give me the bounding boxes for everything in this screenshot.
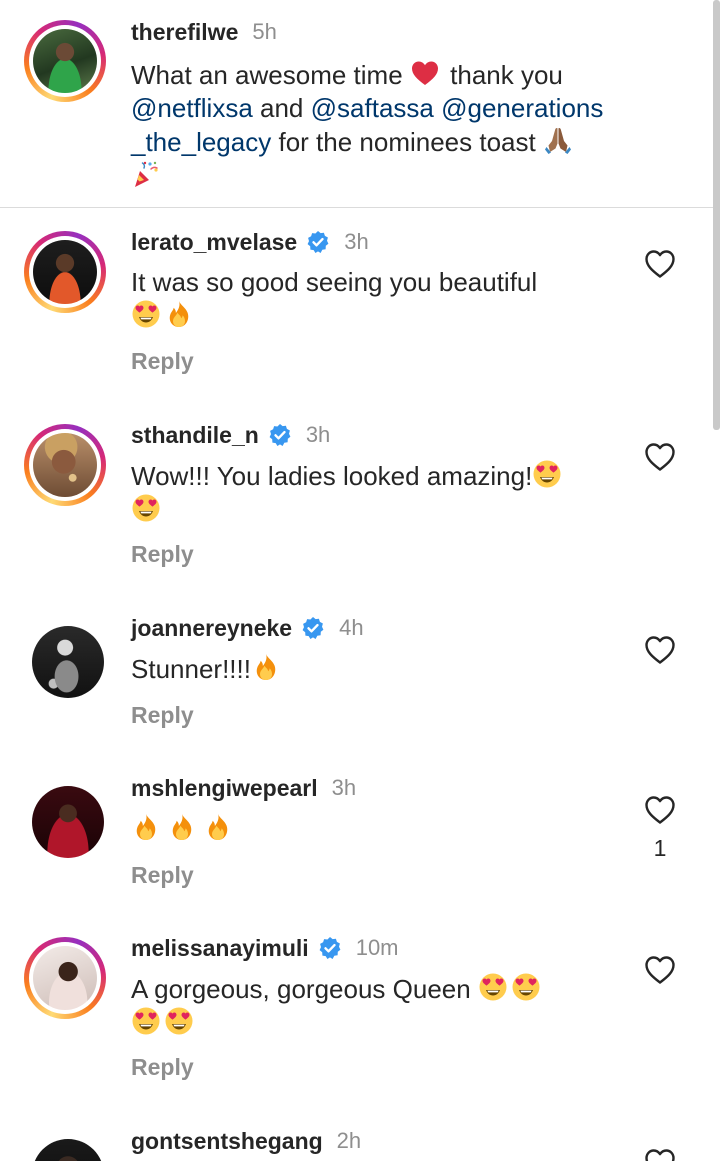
comment-time: 3h xyxy=(331,775,357,800)
mention-saftassa[interactable]: @saftassa xyxy=(311,93,434,123)
scrollbar[interactable] xyxy=(713,0,720,430)
commenter-avatar[interactable] xyxy=(32,1139,104,1161)
fire-emoji-icon xyxy=(164,299,194,329)
caption-text: What an awesome time thank you @netflixs… xyxy=(131,58,671,193)
heart-outline-icon[interactable] xyxy=(643,1146,677,1161)
comment-username[interactable]: mshlengiwepearl xyxy=(131,775,318,802)
heart-outline-icon[interactable] xyxy=(643,633,677,667)
reply-button[interactable]: Reply xyxy=(131,348,194,375)
red-heart-emoji-icon xyxy=(410,58,440,88)
comment-username[interactable]: melissanayimuli xyxy=(131,935,309,962)
heart-outline-icon[interactable] xyxy=(643,440,677,474)
heart-outline-icon[interactable] xyxy=(643,953,677,987)
heart-eyes-emoji-icon xyxy=(131,1006,161,1036)
caption-divider xyxy=(0,207,720,208)
heart-eyes-emoji-icon xyxy=(478,972,508,1002)
fire-emoji-icon xyxy=(203,812,233,842)
praying-hands-emoji-icon xyxy=(543,125,573,155)
heart-eyes-emoji-icon xyxy=(131,493,161,523)
comment-username[interactable]: joannereyneke xyxy=(131,615,292,642)
comment-time: 3h xyxy=(305,422,331,447)
heart-eyes-emoji-icon xyxy=(131,299,161,329)
comment-item: gontsentshegang 2h xyxy=(0,1125,720,1161)
comment-time: 3h xyxy=(344,229,369,254)
verified-badge-icon xyxy=(301,616,325,640)
comment-username[interactable]: lerato_mvelase xyxy=(131,229,297,256)
comments-page: therefilwe 5h What an awesome time thank… xyxy=(0,0,720,1161)
mention-generations[interactable]: @generations xyxy=(441,93,603,123)
heart-eyes-emoji-icon xyxy=(511,972,541,1002)
commenter-avatar[interactable] xyxy=(24,231,106,313)
heart-eyes-emoji-icon xyxy=(532,459,562,489)
mention-generations-cont[interactable]: _the_legacy xyxy=(131,127,271,157)
commenter-avatar[interactable] xyxy=(32,626,104,698)
commenter-avatar[interactable] xyxy=(24,424,106,506)
mention-netflixsa[interactable]: @netflixsa xyxy=(131,93,253,123)
reply-button[interactable]: Reply xyxy=(131,1054,194,1081)
comment-text: Stunner!!!! xyxy=(131,652,621,686)
verified-badge-icon xyxy=(306,230,330,254)
reply-button[interactable]: Reply xyxy=(131,862,194,889)
reply-button[interactable]: Reply xyxy=(131,702,194,729)
comment-text: A gorgeous, gorgeous Queen xyxy=(131,972,611,1040)
comment-text: Wow!!! You ladies looked amazing! xyxy=(131,459,611,527)
commenter-avatar[interactable] xyxy=(24,937,106,1019)
comment-text: It was so good seeing you beautiful xyxy=(131,266,611,333)
comment-time: 2h xyxy=(336,1128,362,1153)
verified-badge-icon xyxy=(318,936,342,960)
comment-text xyxy=(131,812,621,846)
fire-emoji-icon xyxy=(131,812,161,842)
heart-eyes-emoji-icon xyxy=(164,1006,194,1036)
reply-button[interactable]: Reply xyxy=(131,541,194,568)
caption-username[interactable]: therefilwe xyxy=(131,19,238,46)
comment-username[interactable]: gontsentshegang xyxy=(131,1128,323,1155)
comment-time: 4h xyxy=(339,615,364,640)
verified-badge-icon xyxy=(268,423,292,447)
caption-time: 5h xyxy=(252,19,277,44)
commenter-avatar[interactable] xyxy=(32,786,104,858)
fire-emoji-icon xyxy=(167,812,197,842)
fire-emoji-icon xyxy=(251,652,281,682)
comment-time: 10m xyxy=(355,935,399,960)
party-popper-emoji-icon xyxy=(131,159,161,189)
heart-outline-icon[interactable] xyxy=(643,793,677,827)
caption-avatar[interactable] xyxy=(24,20,106,102)
like-count[interactable]: 1 xyxy=(644,835,676,862)
heart-outline-icon[interactable] xyxy=(643,247,677,281)
comment-username[interactable]: sthandile_n xyxy=(131,422,259,449)
post-caption: therefilwe 5h What an awesome time thank… xyxy=(0,0,720,208)
